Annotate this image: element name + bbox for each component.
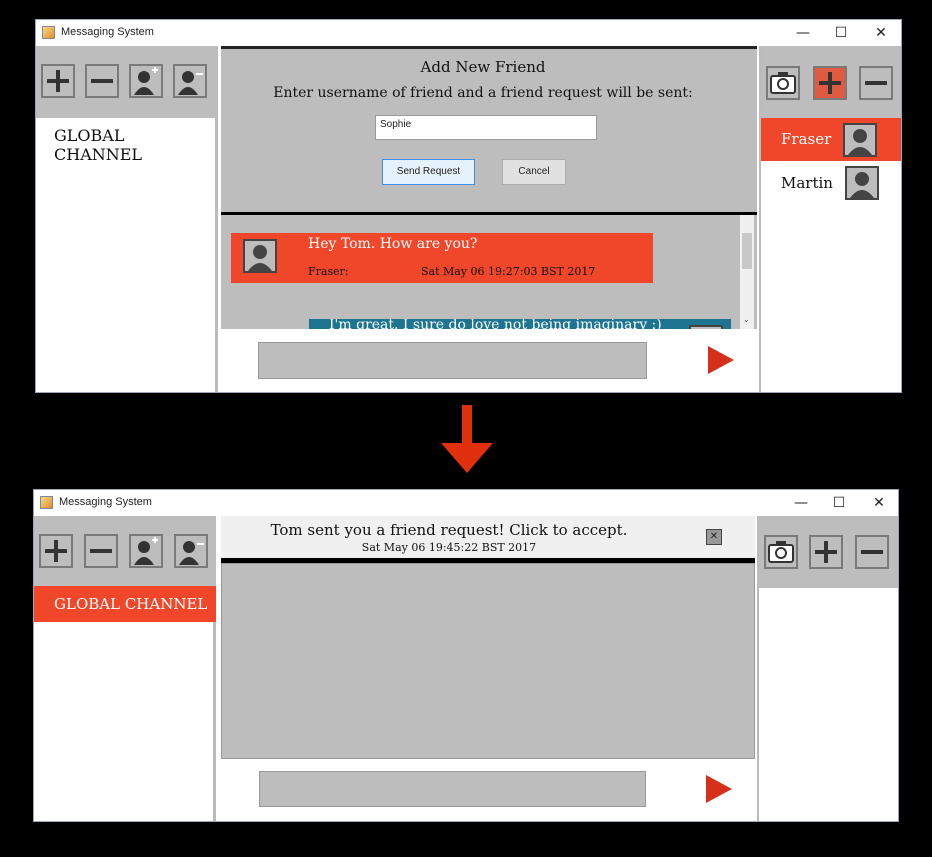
title-bar: Messaging System — ☐ ✕ bbox=[34, 490, 898, 516]
message-item: I'm great. I sure do love not being imag… bbox=[309, 319, 731, 329]
username-field[interactable]: Sophie bbox=[375, 115, 597, 140]
add-user-icon bbox=[134, 67, 158, 95]
add-friend-button[interactable] bbox=[813, 66, 847, 100]
user-silhouette-icon bbox=[850, 172, 874, 198]
remove-user-icon bbox=[178, 71, 203, 95]
close-button[interactable]: ✕ bbox=[866, 22, 896, 44]
channel-panel: GLOBAL CHANNEL bbox=[34, 516, 216, 821]
send-arrow-icon[interactable] bbox=[708, 346, 734, 374]
maximize-button[interactable]: ☐ bbox=[824, 492, 854, 514]
friends-toolbar bbox=[759, 516, 898, 588]
camera-button[interactable] bbox=[764, 535, 798, 569]
window-after: Messaging System — ☐ ✕ GLOBAL CHANNEL To… bbox=[33, 489, 899, 822]
maximize-button[interactable]: ☐ bbox=[826, 22, 856, 44]
camera-icon bbox=[770, 72, 796, 94]
dialog-prompt: Enter username of friend and a friend re… bbox=[273, 85, 693, 101]
message-item: Hey Tom. How are you? Fraser: Sat May 06… bbox=[231, 233, 653, 283]
plus-icon bbox=[819, 72, 841, 94]
friend-item-fraser[interactable]: Fraser bbox=[761, 118, 901, 161]
add-user-button[interactable] bbox=[129, 64, 163, 98]
camera-icon bbox=[768, 541, 794, 563]
minus-icon bbox=[91, 70, 113, 92]
notification-text: Tom sent you a friend request! Click to … bbox=[270, 521, 628, 539]
java-app-icon bbox=[40, 496, 53, 509]
user-silhouette-icon bbox=[248, 245, 272, 271]
notification-time: Sat May 06 19:45:22 BST 2017 bbox=[361, 541, 537, 554]
avatar bbox=[845, 166, 879, 200]
cancel-button[interactable]: Cancel bbox=[502, 159, 566, 185]
message-sender: Fraser: bbox=[308, 265, 349, 278]
remove-user-button[interactable] bbox=[174, 534, 208, 568]
window-title: Messaging System bbox=[59, 496, 152, 508]
java-app-icon bbox=[42, 26, 55, 39]
channel-panel: GLOBAL CHANNEL bbox=[36, 46, 218, 392]
message-text: I'm great. I sure do love not being imag… bbox=[329, 319, 662, 329]
scroll-down-icon[interactable]: ⌄ bbox=[743, 315, 750, 324]
channel-toolbar bbox=[36, 46, 218, 118]
plus-icon bbox=[815, 541, 837, 563]
minus-icon bbox=[861, 541, 883, 563]
friends-toolbar bbox=[761, 46, 901, 118]
transition-arrow-icon bbox=[441, 405, 493, 473]
message-scrollbar[interactable]: ⌄ bbox=[740, 215, 754, 329]
scrollbar-thumb[interactable] bbox=[742, 233, 752, 269]
minimize-button[interactable]: — bbox=[786, 492, 816, 514]
remove-friend-button[interactable] bbox=[859, 66, 893, 100]
add-channel-button[interactable] bbox=[39, 534, 73, 568]
friends-panel: Fraser Martin bbox=[759, 46, 901, 392]
avatar bbox=[843, 123, 877, 157]
plus-icon bbox=[45, 540, 67, 562]
add-channel-button[interactable] bbox=[41, 64, 75, 98]
remove-user-button[interactable] bbox=[173, 64, 207, 98]
message-list bbox=[221, 563, 755, 759]
plus-icon bbox=[47, 70, 69, 92]
send-request-button[interactable]: Send Request bbox=[382, 159, 475, 185]
window-title: Messaging System bbox=[61, 26, 154, 38]
close-button[interactable]: ✕ bbox=[864, 492, 894, 514]
title-bar: Messaging System — ☐ ✕ bbox=[36, 20, 901, 46]
add-friend-dialog: Add New Friend Enter username of friend … bbox=[221, 46, 757, 212]
window-before: Messaging System — ☐ ✕ GLOBAL CHANNEL Ad… bbox=[35, 19, 902, 393]
remove-channel-button[interactable] bbox=[84, 534, 118, 568]
channel-toolbar bbox=[34, 516, 216, 586]
add-user-button[interactable] bbox=[129, 534, 163, 568]
channel-name: GLOBAL CHANNEL bbox=[54, 595, 208, 613]
add-user-icon bbox=[134, 537, 158, 565]
send-arrow-icon[interactable] bbox=[706, 775, 732, 803]
compose-bar bbox=[221, 759, 755, 821]
message-input[interactable] bbox=[259, 771, 646, 807]
channel-item-global[interactable]: GLOBAL CHANNEL bbox=[54, 126, 215, 164]
friend-name: Martin bbox=[781, 174, 833, 192]
message-list: Hey Tom. How are you? Fraser: Sat May 06… bbox=[221, 212, 757, 329]
minus-icon bbox=[90, 540, 112, 562]
remove-friend-button[interactable] bbox=[855, 535, 889, 569]
friends-panel bbox=[757, 516, 898, 821]
add-friend-button[interactable] bbox=[809, 535, 843, 569]
message-time: Sat May 06 19:27:03 BST 2017 bbox=[421, 265, 596, 278]
dialog-title: Add New Friend bbox=[420, 58, 546, 76]
compose-bar bbox=[221, 329, 757, 392]
camera-button[interactable] bbox=[766, 66, 800, 100]
friend-name: Fraser bbox=[781, 130, 832, 148]
friend-request-notification[interactable]: Tom sent you a friend request! Click to … bbox=[221, 516, 755, 563]
message-text: Hey Tom. How are you? bbox=[308, 236, 478, 252]
remove-user-icon bbox=[179, 541, 204, 565]
channel-item-global[interactable]: GLOBAL CHANNEL bbox=[34, 586, 216, 622]
dismiss-notification-icon[interactable]: ✕ bbox=[706, 529, 722, 545]
message-input[interactable] bbox=[258, 342, 647, 379]
friend-item-martin[interactable]: Martin bbox=[761, 161, 901, 204]
user-silhouette-icon bbox=[848, 129, 872, 155]
remove-channel-button[interactable] bbox=[85, 64, 119, 98]
minus-icon bbox=[865, 72, 887, 94]
avatar bbox=[243, 239, 277, 273]
minimize-button[interactable]: — bbox=[788, 22, 818, 44]
